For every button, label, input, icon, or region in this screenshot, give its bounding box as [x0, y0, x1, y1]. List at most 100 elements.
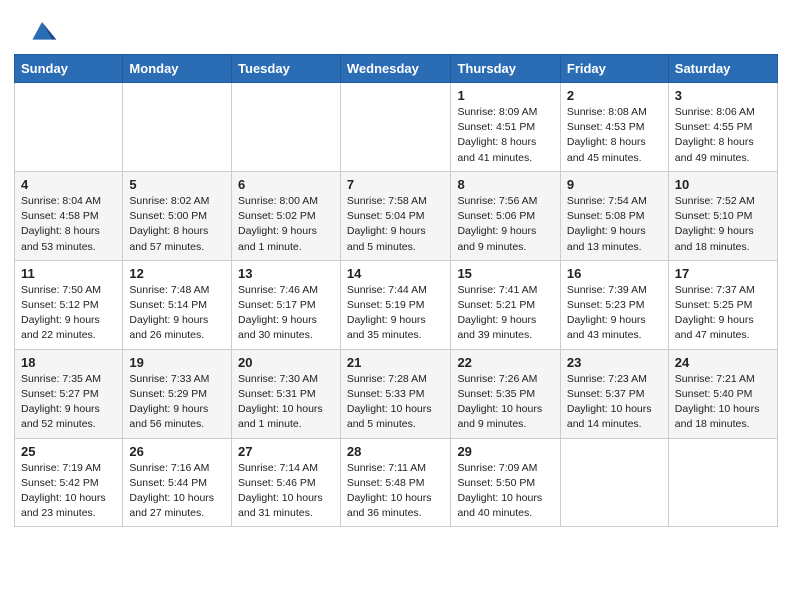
calendar-cell: [340, 83, 451, 172]
weekday-header: Tuesday: [232, 55, 341, 83]
calendar-cell: 9 Sunrise: 7:54 AMSunset: 5:08 PMDaylight…: [560, 171, 668, 260]
day-info: Sunrise: 7:44 AMSunset: 5:19 PMDaylight:…: [347, 283, 445, 344]
day-info: Sunrise: 7:54 AMSunset: 5:08 PMDaylight:…: [567, 194, 662, 255]
calendar-week-row: 11 Sunrise: 7:50 AMSunset: 5:12 PMDayligh…: [15, 260, 778, 349]
day-info: Sunrise: 7:19 AMSunset: 5:42 PMDaylight:…: [21, 461, 116, 522]
day-number: 21: [347, 355, 445, 370]
calendar-cell: 15Sunrise: 7:41 AMSunset: 5:21 PMDayligh…: [451, 260, 560, 349]
day-info: Sunrise: 7:52 AMSunset: 5:10 PMDaylight:…: [675, 194, 771, 255]
day-info: Sunrise: 7:41 AMSunset: 5:21 PMDaylight:…: [457, 283, 553, 344]
day-info: Sunrise: 7:14 AMSunset: 5:46 PMDaylight:…: [238, 461, 334, 522]
calendar-cell: [123, 83, 232, 172]
day-number: 19: [129, 355, 225, 370]
day-number: 17: [675, 266, 771, 281]
day-number: 18: [21, 355, 116, 370]
calendar-cell: 10 Sunrise: 7:52 AMSunset: 5:10 PMDayligh…: [668, 171, 777, 260]
day-info: Sunrise: 7:16 AMSunset: 5:44 PMDaylight:…: [129, 461, 225, 522]
day-info: Sunrise: 7:58 AMSunset: 5:04 PMDaylight:…: [347, 194, 445, 255]
calendar-cell: 20 Sunrise: 7:30 AMSunset: 5:31 PMDayligh…: [232, 349, 341, 438]
calendar-cell: 21 Sunrise: 7:28 AMSunset: 5:33 PMDayligh…: [340, 349, 451, 438]
calendar-cell: 22 Sunrise: 7:26 AMSunset: 5:35 PMDayligh…: [451, 349, 560, 438]
day-number: 29: [457, 444, 553, 459]
calendar-cell: [232, 83, 341, 172]
day-info: Sunrise: 7:11 AMSunset: 5:48 PMDaylight:…: [347, 461, 445, 522]
day-number: 28: [347, 444, 445, 459]
weekday-header: Monday: [123, 55, 232, 83]
day-number: 5: [129, 177, 225, 192]
day-number: 26: [129, 444, 225, 459]
day-number: 6: [238, 177, 334, 192]
calendar-cell: 5 Sunrise: 8:02 AMSunset: 5:00 PMDaylight…: [123, 171, 232, 260]
day-number: 2: [567, 88, 662, 103]
day-info: Sunrise: 8:02 AMSunset: 5:00 PMDaylight:…: [129, 194, 225, 255]
day-number: 13: [238, 266, 334, 281]
day-info: Sunrise: 7:46 AMSunset: 5:17 PMDaylight:…: [238, 283, 334, 344]
day-number: 27: [238, 444, 334, 459]
day-number: 3: [675, 88, 771, 103]
day-info: Sunrise: 8:09 AMSunset: 4:51 PMDaylight:…: [457, 105, 553, 166]
weekday-header: Saturday: [668, 55, 777, 83]
day-info: Sunrise: 7:30 AMSunset: 5:31 PMDaylight:…: [238, 372, 334, 433]
calendar-cell: 29 Sunrise: 7:09 AMSunset: 5:50 PMDayligh…: [451, 438, 560, 527]
day-number: 23: [567, 355, 662, 370]
day-info: Sunrise: 7:09 AMSunset: 5:50 PMDaylight:…: [457, 461, 553, 522]
calendar-cell: 16 Sunrise: 7:39 AMSunset: 5:23 PMDayligh…: [560, 260, 668, 349]
weekday-header: Friday: [560, 55, 668, 83]
day-number: 10: [675, 177, 771, 192]
day-info: Sunrise: 7:23 AMSunset: 5:37 PMDaylight:…: [567, 372, 662, 433]
calendar-wrap: SundayMondayTuesdayWednesdayThursdayFrid…: [0, 54, 792, 541]
calendar-cell: 1 Sunrise: 8:09 AMSunset: 4:51 PMDaylight…: [451, 83, 560, 172]
calendar-cell: 19 Sunrise: 7:33 AMSunset: 5:29 PMDayligh…: [123, 349, 232, 438]
calendar-week-row: 4Sunrise: 8:04 AMSunset: 4:58 PMDaylight…: [15, 171, 778, 260]
calendar-header: SundayMondayTuesdayWednesdayThursdayFrid…: [15, 55, 778, 83]
day-info: Sunrise: 7:21 AMSunset: 5:40 PMDaylight:…: [675, 372, 771, 433]
day-number: 24: [675, 355, 771, 370]
calendar-cell: 18 Sunrise: 7:35 AMSunset: 5:27 PMDayligh…: [15, 349, 123, 438]
day-number: 12: [129, 266, 225, 281]
day-info: Sunrise: 7:50 AMSunset: 5:12 PMDaylight:…: [21, 283, 116, 344]
weekday-header-row: SundayMondayTuesdayWednesdayThursdayFrid…: [15, 55, 778, 83]
day-number: 16: [567, 266, 662, 281]
calendar-body: 1 Sunrise: 8:09 AMSunset: 4:51 PMDaylight…: [15, 83, 778, 527]
page-header: [0, 0, 792, 54]
day-number: 20: [238, 355, 334, 370]
calendar-table: SundayMondayTuesdayWednesdayThursdayFrid…: [14, 54, 778, 527]
day-info: Sunrise: 7:39 AMSunset: 5:23 PMDaylight:…: [567, 283, 662, 344]
calendar-cell: 26 Sunrise: 7:16 AMSunset: 5:44 PMDayligh…: [123, 438, 232, 527]
calendar-cell: 8 Sunrise: 7:56 AMSunset: 5:06 PMDaylight…: [451, 171, 560, 260]
day-number: 8: [457, 177, 553, 192]
day-info: Sunrise: 7:56 AMSunset: 5:06 PMDaylight:…: [457, 194, 553, 255]
logo: [24, 18, 58, 46]
day-number: 9: [567, 177, 662, 192]
calendar-cell: 3Sunrise: 8:06 AMSunset: 4:55 PMDaylight…: [668, 83, 777, 172]
calendar-cell: 2 Sunrise: 8:08 AMSunset: 4:53 PMDaylight…: [560, 83, 668, 172]
calendar-cell: 23 Sunrise: 7:23 AMSunset: 5:37 PMDayligh…: [560, 349, 668, 438]
calendar-cell: 6 Sunrise: 8:00 AMSunset: 5:02 PMDaylight…: [232, 171, 341, 260]
logo-icon: [26, 14, 58, 46]
calendar-cell: 11 Sunrise: 7:50 AMSunset: 5:12 PMDayligh…: [15, 260, 123, 349]
day-info: Sunrise: 8:08 AMSunset: 4:53 PMDaylight:…: [567, 105, 662, 166]
calendar-cell: 14 Sunrise: 7:44 AMSunset: 5:19 PMDayligh…: [340, 260, 451, 349]
day-info: Sunrise: 8:00 AMSunset: 5:02 PMDaylight:…: [238, 194, 334, 255]
day-info: Sunrise: 7:26 AMSunset: 5:35 PMDaylight:…: [457, 372, 553, 433]
day-number: 14: [347, 266, 445, 281]
calendar-cell: [668, 438, 777, 527]
day-info: Sunrise: 7:48 AMSunset: 5:14 PMDaylight:…: [129, 283, 225, 344]
day-info: Sunrise: 7:28 AMSunset: 5:33 PMDaylight:…: [347, 372, 445, 433]
calendar-cell: 27 Sunrise: 7:14 AMSunset: 5:46 PMDayligh…: [232, 438, 341, 527]
calendar-cell: 17 Sunrise: 7:37 AMSunset: 5:25 PMDayligh…: [668, 260, 777, 349]
day-number: 1: [457, 88, 553, 103]
calendar-cell: [560, 438, 668, 527]
calendar-week-row: 25Sunrise: 7:19 AMSunset: 5:42 PMDayligh…: [15, 438, 778, 527]
calendar-cell: 7Sunrise: 7:58 AMSunset: 5:04 PMDaylight…: [340, 171, 451, 260]
day-info: Sunrise: 7:35 AMSunset: 5:27 PMDaylight:…: [21, 372, 116, 433]
day-info: Sunrise: 7:37 AMSunset: 5:25 PMDaylight:…: [675, 283, 771, 344]
weekday-header: Wednesday: [340, 55, 451, 83]
day-number: 11: [21, 266, 116, 281]
day-info: Sunrise: 7:33 AMSunset: 5:29 PMDaylight:…: [129, 372, 225, 433]
calendar-cell: 24 Sunrise: 7:21 AMSunset: 5:40 PMDayligh…: [668, 349, 777, 438]
weekday-header: Thursday: [451, 55, 560, 83]
day-number: 4: [21, 177, 116, 192]
calendar-cell: 25Sunrise: 7:19 AMSunset: 5:42 PMDayligh…: [15, 438, 123, 527]
day-number: 22: [457, 355, 553, 370]
